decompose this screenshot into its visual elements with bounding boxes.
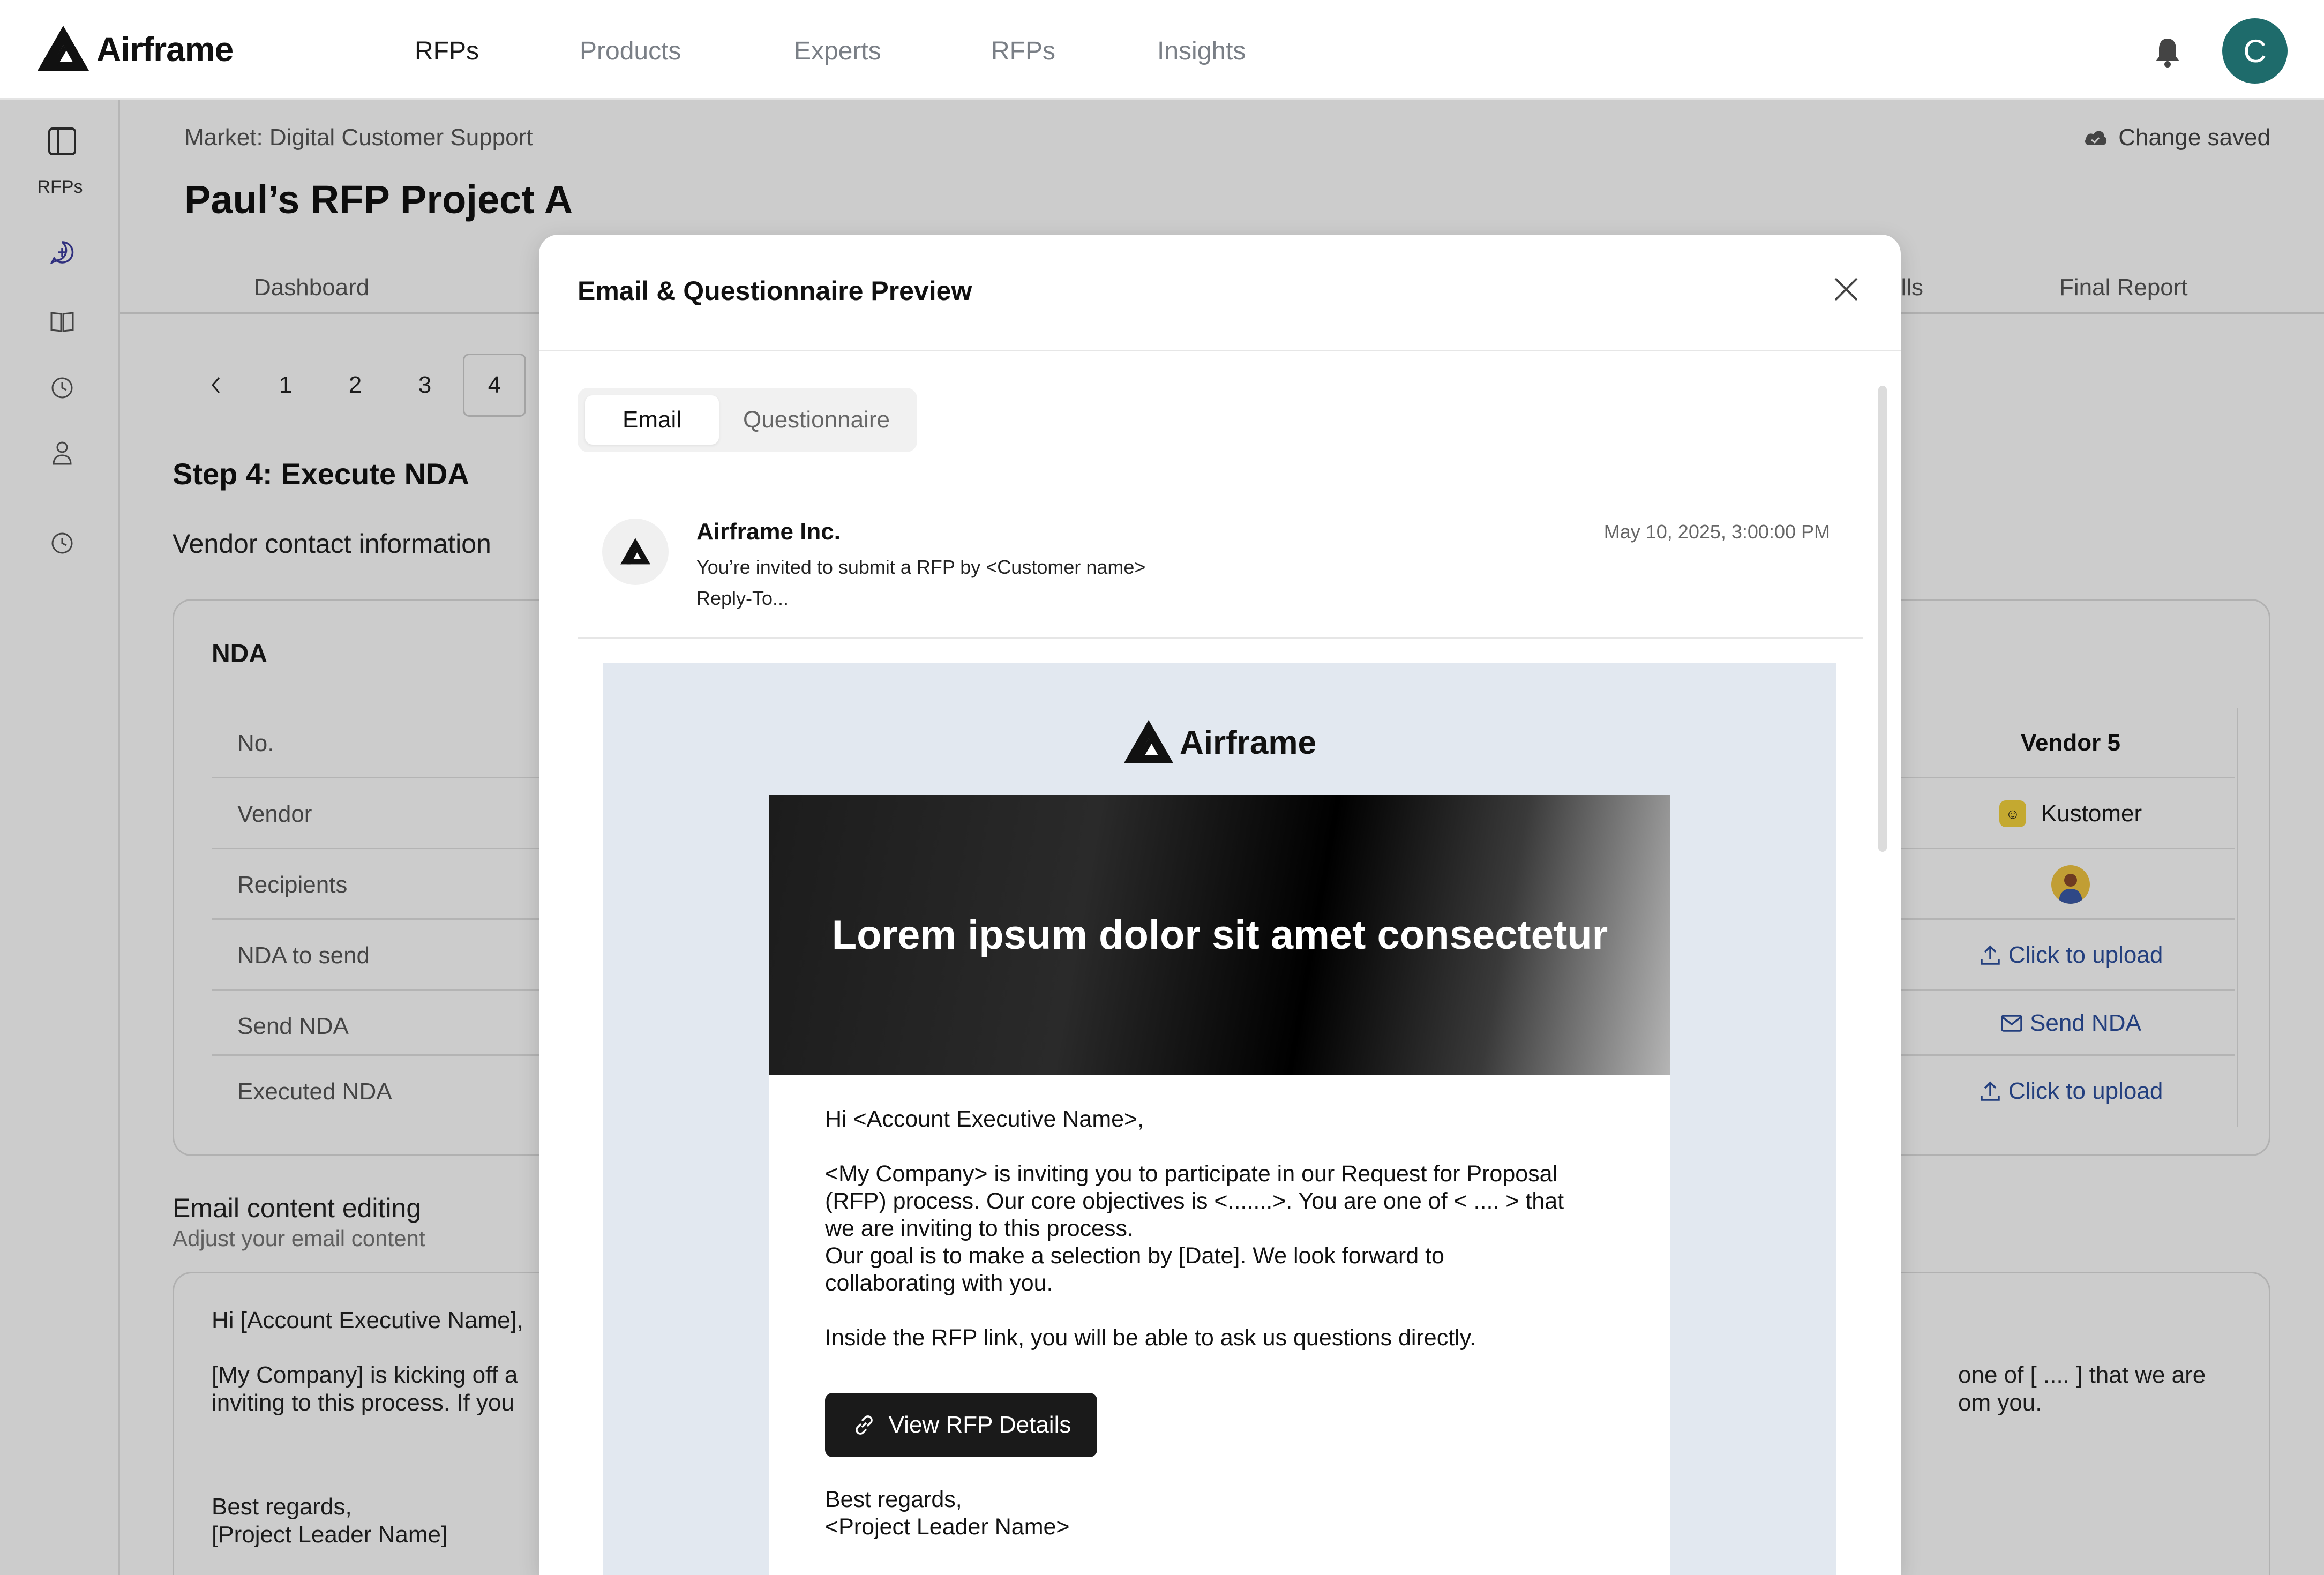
email-logo-text: Airframe <box>1180 724 1316 761</box>
nav-item-rfps-2[interactable]: RFPs <box>991 36 1055 66</box>
email-subject: You’re invited to submit a RFP by <Custo… <box>696 556 1146 578</box>
airframe-logo[interactable]: Airframe <box>35 24 234 75</box>
link-icon <box>855 1415 873 1435</box>
preview-tab-switch: Email Questionnaire <box>578 388 917 452</box>
airframe-logo-icon <box>1124 719 1173 763</box>
nav-item-experts[interactable]: Experts <box>794 36 881 66</box>
email-paragraph-line: Our goal is to make a selection by [Date… <box>825 1243 1444 1269</box>
email-body: Hi <Account Executive Name>, <My Company… <box>769 1075 1670 1575</box>
email-signature: <Project Leader Name> <box>825 1514 1070 1540</box>
hero-headline: Lorem ipsum dolor sit amet consectetur <box>831 912 1608 958</box>
email-preview-canvas: Airframe Lorem ipsum dolor sit amet cons… <box>603 663 1836 1575</box>
user-avatar[interactable]: C <box>2222 18 2288 84</box>
email-date: May 10, 2025, 3:00:00 PM <box>1603 521 1830 543</box>
nav-item-rfps[interactable]: RFPs <box>415 36 479 66</box>
email-paragraph-line: we are inviting to this process. <box>825 1216 1134 1241</box>
brand-name: Airframe <box>96 30 234 69</box>
tab-questionnaire[interactable]: Questionnaire <box>722 395 911 445</box>
nav-item-insights[interactable]: Insights <box>1157 36 1246 66</box>
sender-avatar <box>602 519 669 585</box>
sender-name: Airframe Inc. <box>696 519 841 545</box>
top-navigation: Airframe RFPs Products Experts RFPs Insi… <box>0 0 2324 100</box>
email-signoff: Best regards, <box>825 1487 962 1512</box>
modal-header: Email & Questionnaire Preview <box>539 235 1901 351</box>
email-sender-header: Airframe Inc. You’re invited to submit a… <box>578 502 1863 639</box>
view-rfp-details-button[interactable]: View RFP Details <box>825 1393 1097 1457</box>
email-hero-banner: Lorem ipsum dolor sit amet consectetur <box>769 795 1670 1075</box>
tab-email[interactable]: Email <box>585 395 719 445</box>
close-icon[interactable] <box>1830 273 1862 305</box>
nav-item-products[interactable]: Products <box>580 36 681 66</box>
email-preview-modal: Email & Questionnaire Preview Email Ques… <box>539 235 1901 1575</box>
email-paragraph-line: (RFP) process. Our core objectives is <.… <box>825 1188 1564 1214</box>
email-paragraph-2: Inside the RFP link, you will be able to… <box>825 1325 1476 1351</box>
modal-scrollbar[interactable] <box>1878 386 1887 852</box>
bell-icon[interactable] <box>2154 36 2181 68</box>
airframe-logo-icon <box>38 26 89 71</box>
modal-title: Email & Questionnaire Preview <box>578 276 972 306</box>
email-paragraph-line: <My Company> is inviting you to particip… <box>825 1161 1558 1187</box>
email-greeting: Hi <Account Executive Name>, <box>825 1106 1144 1132</box>
email-paragraph-line: collaborating with you. <box>825 1270 1053 1296</box>
email-logo: Airframe <box>1122 718 1316 767</box>
view-rfp-details-label: View RFP Details <box>888 1412 1071 1438</box>
airframe-logo-icon <box>620 538 650 565</box>
reply-to: Reply-To... <box>696 587 789 609</box>
